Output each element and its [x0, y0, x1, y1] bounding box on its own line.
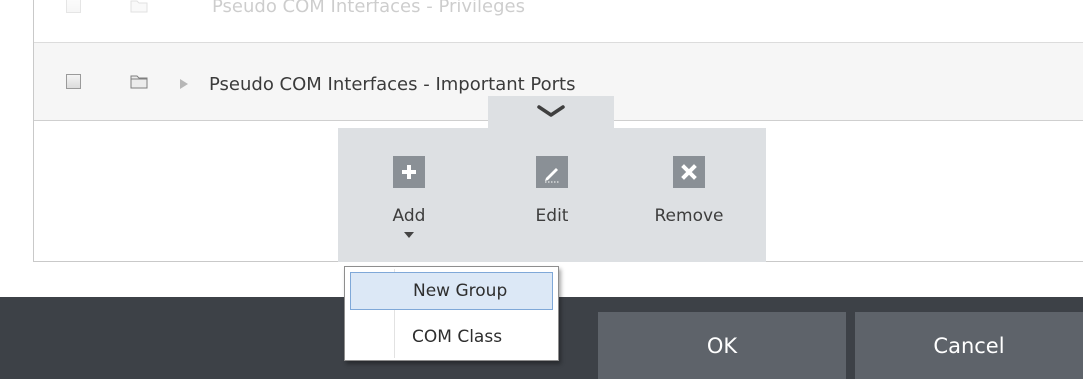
chevron-down-icon [537, 105, 565, 117]
edit-button[interactable]: Edit [502, 156, 602, 226]
add-button[interactable]: Add [359, 156, 459, 238]
folder-icon [130, 75, 148, 89]
menu-item-new-group[interactable]: New Group [350, 272, 553, 310]
remove-label: Remove [654, 206, 724, 226]
action-toolbar: Add Edit Remove [338, 128, 766, 262]
caret-down-icon[interactable] [404, 232, 414, 238]
row-checkbox[interactable] [66, 74, 81, 89]
remove-button[interactable]: Remove [639, 156, 739, 226]
close-icon [673, 156, 705, 188]
expand-arrow-icon[interactable] [180, 79, 188, 89]
row-label: Pseudo COM Interfaces - Important Ports [209, 74, 576, 95]
add-label: Add [392, 206, 426, 226]
toolbar-collapse-handle[interactable] [488, 96, 614, 130]
row-label: Pseudo COM Interfaces - Privileges [212, 0, 525, 17]
ok-button[interactable]: OK [598, 312, 846, 379]
pencil-icon [536, 156, 568, 188]
add-dropdown-menu: New Group COM Class [344, 266, 559, 361]
folder-icon [130, 0, 148, 13]
plus-icon [393, 156, 425, 188]
list-item[interactable]: Pseudo COM Interfaces - Privileges [34, 0, 1083, 43]
cancel-button[interactable]: Cancel [855, 312, 1083, 379]
menu-item-com-class[interactable]: COM Class [350, 318, 553, 356]
row-checkbox[interactable] [66, 0, 81, 13]
edit-label: Edit [535, 206, 569, 226]
